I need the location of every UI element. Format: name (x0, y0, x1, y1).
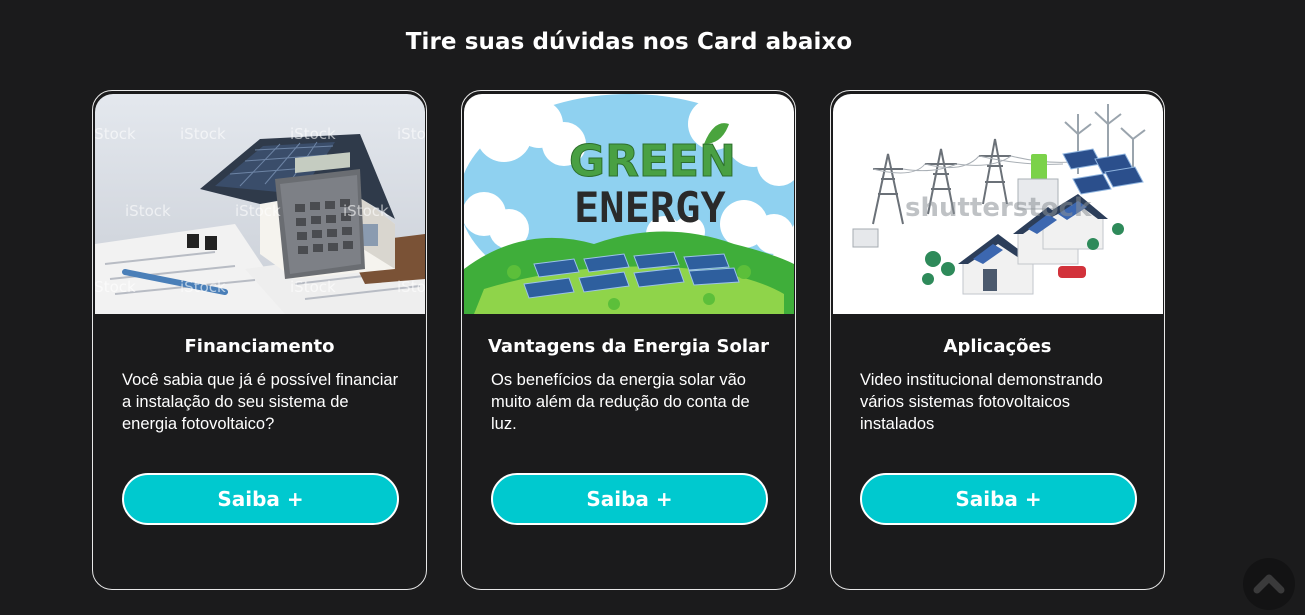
green-text: GREEN (569, 136, 736, 187)
watermark: iStock (180, 125, 226, 143)
watermark: iStock (290, 278, 336, 296)
card-description: Video institucional demonstrando vários … (860, 371, 1103, 433)
watermark: iStock (95, 278, 136, 296)
card-financiamento: iStock iStock iStock iStock iStock iStoc… (92, 90, 427, 590)
saiba-mais-button[interactable]: Saiba + (860, 473, 1137, 525)
watermark: iStock (397, 125, 425, 143)
house-calculator-image: iStock iStock iStock iStock iStock iStoc… (95, 94, 425, 314)
watermark: shutterstock (905, 193, 1092, 223)
saiba-mais-button[interactable]: Saiba + (122, 473, 399, 525)
card-aplicacoes: shutterstock Aplicações Video institucio… (830, 90, 1165, 590)
energy-text: ENERGY (574, 183, 726, 232)
watermark: iStock (235, 202, 281, 220)
watermark: iStock (125, 202, 171, 220)
chevron-up-icon (1253, 574, 1285, 594)
card-description: Você sabia que já é possível financiar a… (122, 371, 399, 433)
card-title: Aplicações (943, 336, 1052, 357)
scroll-to-top-button[interactable] (1243, 558, 1295, 610)
card-vantagens: GREEN ENERGY Vantagens da Energia Solar … (461, 90, 796, 590)
watermark: iStock (397, 278, 425, 296)
section-title: Tire suas dúvidas nos Card abaixo (405, 29, 853, 56)
page: Tire suas dúvidas nos Card abaixo Stock … (0, 0, 1305, 615)
card-description: Os benefícios da energia solar vão muito… (491, 371, 750, 433)
solar-grid-houses-image: shutterstock (833, 94, 1163, 314)
card-title: Vantagens da Energia Solar (487, 336, 770, 357)
watermark: iStock (290, 125, 336, 143)
saiba-mais-button[interactable]: Saiba + (491, 473, 768, 525)
green-energy-image: GREEN ENERGY (464, 94, 794, 314)
watermark: iStock (180, 278, 226, 296)
watermark: iStock (343, 202, 389, 220)
watermark: iStock (95, 125, 136, 143)
card-title: Financiamento (184, 336, 335, 357)
